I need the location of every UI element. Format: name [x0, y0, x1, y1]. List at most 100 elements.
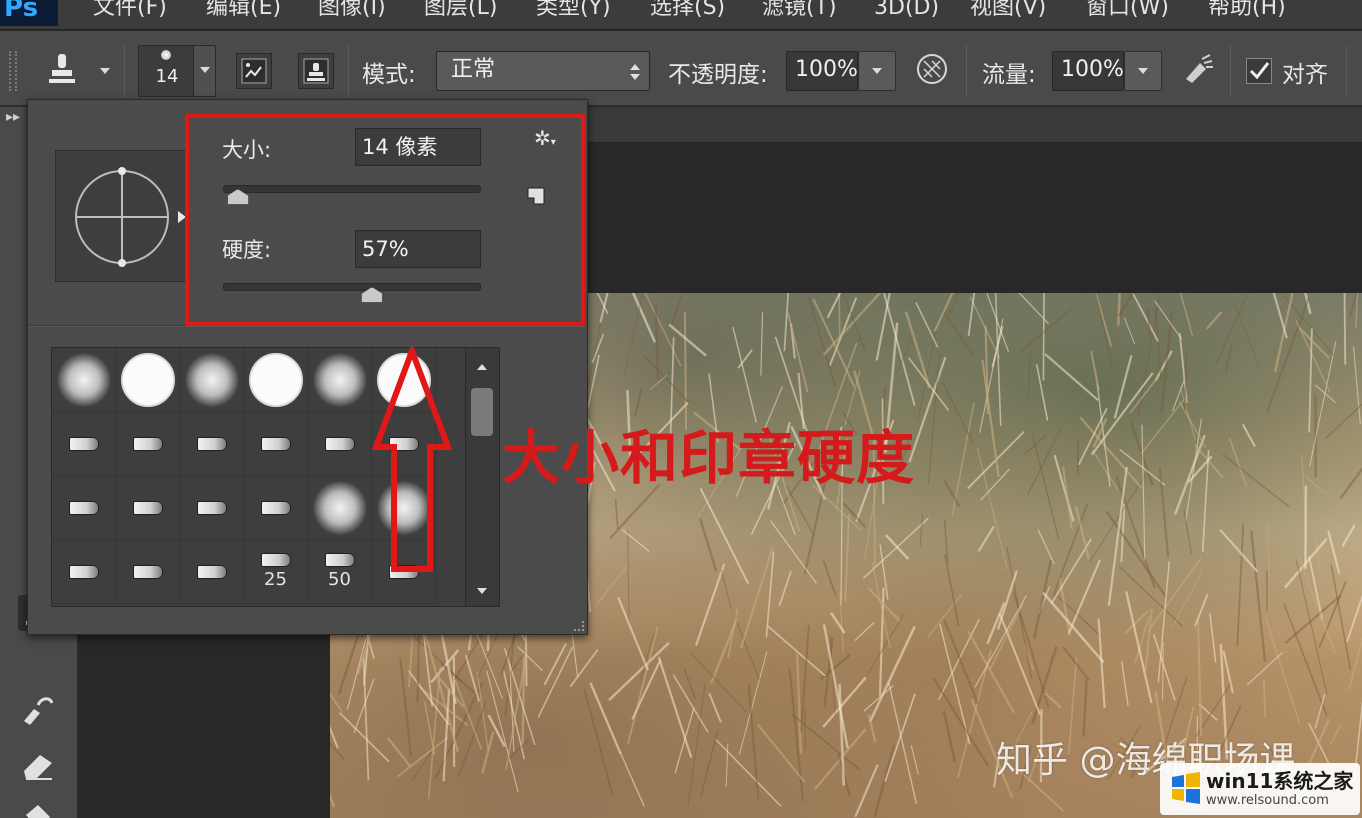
brush-preset-cell[interactable] [116, 412, 180, 476]
brush-preset-cell[interactable] [116, 348, 180, 412]
menu-filter[interactable]: 滤镜(T) [762, 0, 837, 22]
menu-window[interactable]: 窗口(W) [1086, 0, 1169, 22]
brush-tip-preview [55, 150, 187, 282]
tool-brush-icon [196, 436, 227, 451]
separator [1230, 45, 1231, 97]
tool-brush-icon [132, 500, 163, 515]
menu-3d[interactable]: 3D(D) [874, 0, 939, 22]
brush-picker-button[interactable]: 14 [138, 45, 216, 97]
options-bar-grip[interactable] [9, 51, 17, 91]
brush-tip-icon [161, 50, 171, 60]
scroll-up-icon[interactable] [477, 364, 487, 370]
clone-stamp-icon [49, 54, 75, 83]
tool-brush-icon [132, 436, 163, 451]
pressure-pen-icon [917, 54, 947, 84]
chevron-down-icon [200, 67, 210, 73]
eraser-icon [24, 755, 52, 780]
paint-bucket-tool[interactable] [18, 801, 58, 818]
menu-select[interactable]: 选择(S) [650, 0, 725, 22]
brush-preset-cell[interactable] [52, 476, 116, 540]
menu-type[interactable]: 类型(Y) [536, 0, 611, 22]
collapse-panel-icon[interactable]: ▸▸ [6, 109, 20, 125]
brush-preset-cell[interactable] [180, 412, 244, 476]
separator [1346, 45, 1347, 97]
tool-brush-icon [260, 500, 291, 515]
menu-edit[interactable]: 编辑(E) [206, 0, 281, 22]
menu-image[interactable]: 图像(I) [318, 0, 386, 22]
brush-preset-cell[interactable] [308, 348, 372, 412]
brush-preset-cell[interactable] [52, 540, 116, 604]
flow-slider-toggle[interactable] [1124, 51, 1162, 91]
tool-brush-icon [196, 564, 227, 579]
toggle-brush-panel-button[interactable] [236, 53, 272, 89]
tool-brush-icon [68, 564, 99, 579]
brush-preset-cell[interactable] [116, 476, 180, 540]
photoshop-logo: Ps [0, 0, 58, 26]
clone-source-icon [303, 58, 329, 84]
scroll-down-icon[interactable] [477, 588, 487, 594]
menu-layer[interactable]: 图层(L) [424, 0, 497, 22]
history-brush-tool[interactable] [18, 691, 58, 727]
red-arrow-icon [372, 347, 452, 572]
brush-panel-icon [241, 58, 267, 84]
opacity-input[interactable]: 100% [786, 51, 858, 91]
brush-preset-cell[interactable] [308, 412, 372, 476]
opacity-slider-toggle[interactable] [858, 51, 896, 91]
brush-preset-cell[interactable] [180, 348, 244, 412]
mode-select[interactable]: 正常 [436, 51, 650, 91]
airbrush-button[interactable] [1180, 51, 1216, 87]
brush-preset-cell[interactable] [308, 476, 372, 540]
flow-label: 流量: [982, 62, 1036, 88]
aligned-checkbox[interactable] [1246, 58, 1272, 84]
brush-preset-cell[interactable] [180, 540, 244, 604]
resize-grip-icon[interactable] [574, 621, 584, 631]
site-title: win11系统之家 [1206, 769, 1354, 793]
opacity-label: 不透明度: [668, 62, 768, 88]
menu-bar: Ps 文件(F) 编辑(E) 图像(I) 图层(L) 类型(Y) 选择(S) 滤… [0, 0, 1362, 30]
hard-brush-icon [248, 352, 303, 407]
windows-logo-icon [1172, 772, 1200, 804]
brush-preset-cell[interactable]: 25 [244, 540, 308, 604]
brush-preset-cell[interactable] [180, 476, 244, 540]
brush-preset-cell[interactable] [244, 412, 308, 476]
menu-file[interactable]: 文件(F) [93, 0, 167, 22]
history-brush-icon [24, 697, 54, 725]
brush-preset-cell[interactable] [244, 348, 308, 412]
hard-brush-icon [120, 352, 175, 407]
preset-scrollbar[interactable] [465, 348, 499, 606]
tool-preset-chevron-down-icon[interactable] [100, 68, 110, 74]
brush-preset-cell[interactable] [52, 412, 116, 476]
brush-preset-cell[interactable] [116, 540, 180, 604]
brush-size-number: 50 [328, 569, 351, 590]
pressure-opacity-button[interactable] [914, 51, 950, 87]
menu-help[interactable]: 帮助(H) [1208, 0, 1286, 22]
aligned-label: 对齐 [1282, 62, 1328, 88]
brush-preset-cell[interactable] [244, 476, 308, 540]
brush-picker-dropdown[interactable] [193, 46, 215, 96]
scroll-thumb[interactable] [471, 388, 493, 436]
tool-brush-icon [260, 436, 291, 451]
brush-angle-icon[interactable] [56, 151, 188, 283]
tool-brush-icon [196, 500, 227, 515]
site-url: www.relsound.com [1206, 793, 1329, 808]
tool-preset-picker[interactable] [44, 51, 80, 87]
soft-brush-icon [312, 480, 367, 535]
annotation-caption: 大小和印章硬度 [502, 424, 916, 492]
brush-size-number: 25 [264, 569, 287, 590]
checkmark-icon [1249, 62, 1270, 80]
eraser-tool[interactable] [18, 747, 58, 783]
soft-brush-icon [312, 352, 367, 407]
separator [124, 45, 125, 97]
brush-size-readout: 14 [155, 66, 179, 87]
flow-input[interactable]: 100% [1052, 51, 1124, 91]
mode-label: 模式: [362, 62, 416, 88]
paint-bucket-icon [26, 805, 50, 818]
toggle-clone-source-button[interactable] [298, 53, 334, 89]
brush-preset-cell[interactable] [52, 348, 116, 412]
separator [966, 45, 967, 97]
soft-brush-icon [184, 352, 239, 407]
site-watermark-badge: win11系统之家 www.relsound.com [1160, 763, 1360, 815]
brush-preset-cell[interactable]: 50 [308, 540, 372, 604]
tool-brush-icon [68, 436, 99, 451]
menu-view[interactable]: 视图(V) [970, 0, 1046, 22]
